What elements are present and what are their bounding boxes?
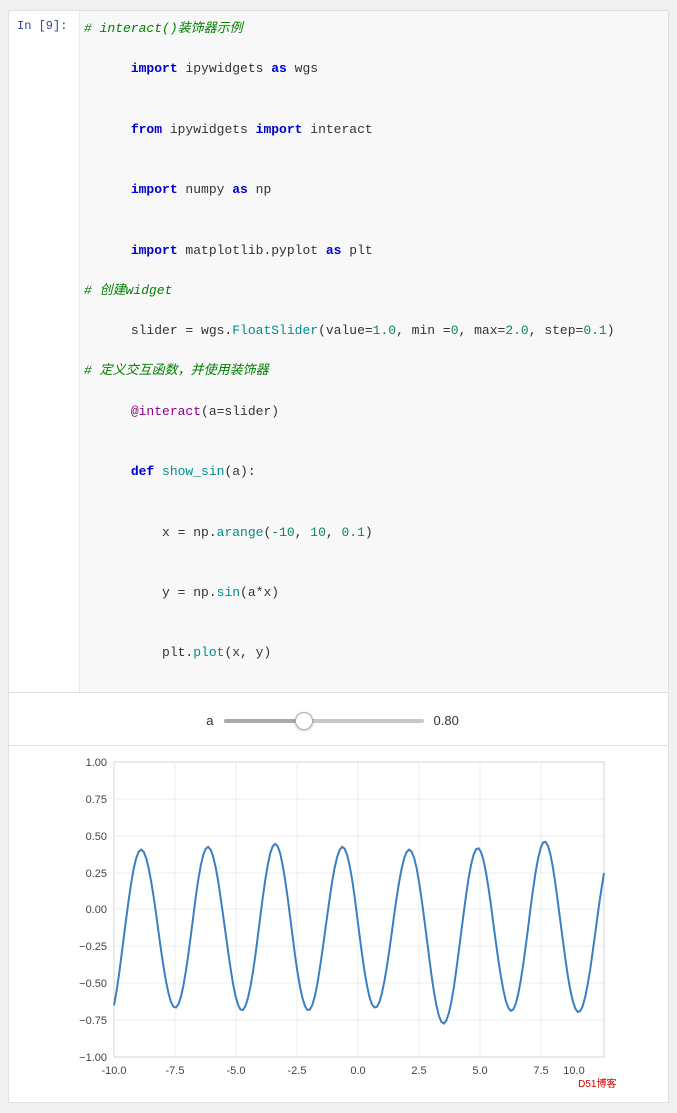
y-label-2: 0.75 [85,794,106,806]
code-line-6: # 创建widget [84,281,660,301]
x-label-5: 0.0 [350,1065,365,1077]
x-label-1: -10.0 [101,1065,126,1077]
plot-area: 1.00 0.75 0.50 0.25 0.00 −0.25 −0.50 −0.… [8,746,669,1103]
y-label-3: 0.50 [85,831,106,843]
x-label-6: 2.5 [411,1065,426,1077]
sine-chart: 1.00 0.75 0.50 0.25 0.00 −0.25 −0.50 −0.… [59,752,619,1092]
code-line-13: plt.plot(x, y) [84,623,660,683]
slider-container[interactable] [224,711,424,731]
cell-label: In [9]: [9,11,79,692]
y-label-5: 0.00 [85,904,106,916]
code-line-1: # interact()装饰器示例 [84,19,660,39]
chart-container: 1.00 0.75 0.50 0.25 0.00 −0.25 −0.50 −0.… [59,752,619,1092]
code-line-7: slider = wgs.FloatSlider(value=1.0, min … [84,301,660,361]
slider-label: a [194,713,214,728]
x-label-4: -2.5 [287,1065,306,1077]
code-line-12: y = np.sin(a*x) [84,563,660,623]
slider-row: a 0.80 [9,707,668,735]
x-label-3: -5.0 [226,1065,245,1077]
code-line-9: @interact(a=slider) [84,382,660,442]
y-label-8: −0.75 [79,1015,107,1027]
cell-code-block: # interact()装饰器示例 import ipywidgets as w… [79,11,668,692]
x-label-8: 7.5 [533,1065,548,1077]
y-label-6: −0.25 [79,941,107,953]
code-line-4: import numpy as np [84,160,660,220]
code-line-8: # 定义交互函数，并使用装饰器 [84,361,660,381]
y-label-9: −1.00 [79,1052,107,1064]
slider-fill [224,719,304,723]
widget-area: a 0.80 [8,693,669,746]
code-cell: In [9]: # interact()装饰器示例 import ipywidg… [8,10,669,693]
slider-thumb[interactable] [295,712,313,730]
y-label-7: −0.50 [79,978,107,990]
code-line-11: x = np.arange(-10, 10, 0.1) [84,502,660,562]
x-label-7: 5.0 [472,1065,487,1077]
watermark: D51博客 [578,1075,616,1090]
code-line-2: import ipywidgets as wgs [84,39,660,99]
code-line-5: import matplotlib.pyplot as plt [84,220,660,280]
code-line-3: from ipywidgets import interact [84,100,660,160]
slider-track [224,719,424,723]
slider-value: 0.80 [434,713,484,728]
y-label-4: 0.25 [85,868,106,880]
x-label-2: -7.5 [165,1065,184,1077]
code-line-10: def show_sin(a): [84,442,660,502]
y-label-1: 1.00 [85,757,106,769]
